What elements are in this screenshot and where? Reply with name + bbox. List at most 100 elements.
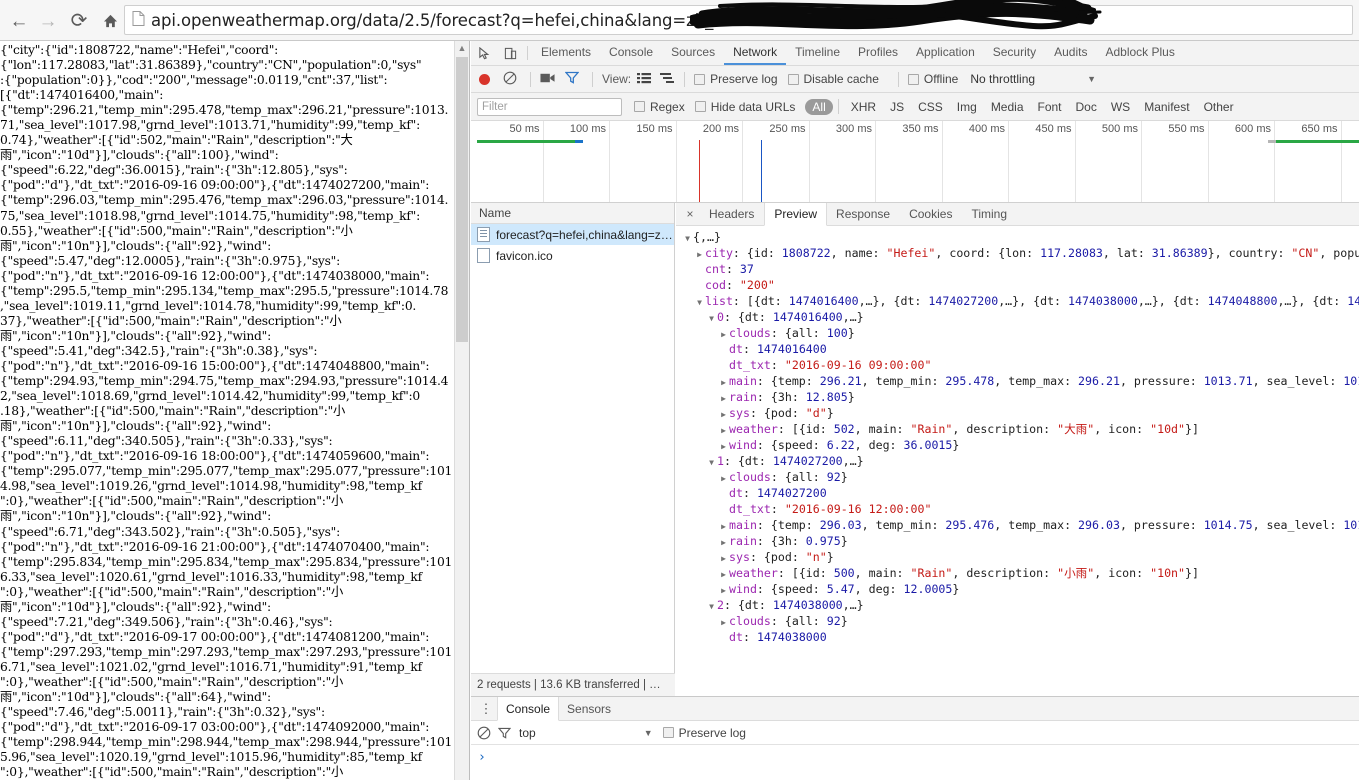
json-tree-row[interactable]: rain: {3h: 12.805} — [676, 389, 1359, 405]
console-context-selector[interactable]: top — [519, 726, 536, 740]
json-tree-row[interactable]: wind: {speed: 6.22, deg: 36.0015} — [676, 437, 1359, 453]
disable-cache-checkbox[interactable]: Disable cache — [787, 72, 879, 86]
tab-elements[interactable]: Elements — [532, 41, 600, 65]
type-filter-img[interactable]: Img — [950, 100, 984, 114]
type-filter-media[interactable]: Media — [984, 100, 1031, 114]
type-filter-ws[interactable]: WS — [1104, 100, 1137, 114]
tab-sources[interactable]: Sources — [662, 41, 724, 65]
tab-application[interactable]: Application — [907, 41, 984, 65]
tab-timeline[interactable]: Timeline — [786, 41, 849, 65]
tab-network[interactable]: Network — [724, 41, 787, 65]
regex-checkbox[interactable]: Regex — [634, 100, 685, 114]
offline-checkbox[interactable]: Offline — [907, 72, 958, 86]
inspect-element-icon[interactable] — [471, 41, 497, 65]
json-tree-row[interactable]: dt_txt: "2016-09-16 09:00:00" — [676, 357, 1359, 373]
throttling-value[interactable]: No throttling — [970, 72, 1035, 86]
disable-cache-box[interactable] — [787, 73, 799, 85]
forward-icon[interactable]: → — [35, 8, 61, 34]
json-tree-row[interactable]: clouds: {all: 92} — [676, 469, 1359, 485]
console-clear-icon[interactable] — [477, 726, 491, 740]
json-preview-tree[interactable]: {,…}city: {id: 1808722, name: "Hefei", c… — [676, 226, 1359, 696]
chevron-down-icon[interactable] — [682, 231, 693, 247]
detail-tab-timing[interactable]: Timing — [962, 203, 1017, 225]
json-tree-row[interactable]: clouds: {all: 92} — [676, 613, 1359, 629]
json-tree-row[interactable]: dt: 1474027200 — [676, 485, 1359, 501]
detail-tab-headers[interactable]: Headers — [700, 203, 764, 225]
type-filter-css[interactable]: CSS — [911, 100, 950, 114]
json-tree-row[interactable]: main: {temp: 296.21, temp_min: 295.478, … — [676, 373, 1359, 389]
drawer-tab-sensors[interactable]: Sensors — [559, 697, 619, 720]
scrollbar-thumb[interactable] — [456, 57, 468, 342]
drawer-tab-console[interactable]: Console — [497, 697, 560, 721]
detail-tab-cookies[interactable]: Cookies — [900, 203, 962, 225]
chevron-down-icon[interactable] — [706, 455, 717, 471]
detail-tab-response[interactable]: Response — [827, 203, 900, 225]
console-filter-icon[interactable] — [498, 727, 511, 739]
filter-input[interactable] — [477, 97, 622, 116]
filter-toggle-icon[interactable] — [564, 71, 580, 87]
drawer-menu-icon[interactable]: ⋮ — [475, 697, 497, 720]
json-tree-row[interactable]: wind: {speed: 5.47, deg: 12.0005} — [676, 581, 1359, 597]
type-filter-doc[interactable]: Doc — [1069, 100, 1104, 114]
back-icon[interactable]: ← — [6, 8, 32, 34]
offline-box[interactable] — [907, 73, 919, 85]
hide-data-urls-checkbox[interactable]: Hide data URLs — [694, 100, 795, 114]
json-tree-row[interactable]: dt: 1474016400 — [676, 341, 1359, 357]
json-tree-row[interactable]: 2: {dt: 1474038000,…} — [676, 597, 1359, 613]
toggle-device-toolbar-icon[interactable] — [497, 41, 523, 65]
console-input-prompt[interactable]: › — [471, 745, 1359, 779]
json-tree-row[interactable]: cod: "200" — [676, 277, 1359, 293]
json-tree-row[interactable]: clouds: {all: 100} — [676, 325, 1359, 341]
hide-data-urls-box[interactable] — [694, 101, 706, 112]
request-list-header[interactable]: Name — [471, 203, 674, 224]
chevron-down-icon[interactable] — [706, 311, 717, 327]
capture-screenshots-icon[interactable] — [540, 72, 555, 87]
type-filter-all[interactable]: All — [805, 98, 833, 115]
regex-box[interactable] — [634, 101, 645, 112]
page-scrollbar[interactable]: ▲ — [454, 41, 469, 780]
json-tree-row[interactable]: sys: {pod: "d"} — [676, 405, 1359, 421]
json-tree-row[interactable]: list: [{dt: 1474016400,…}, {dt: 14740272… — [676, 293, 1359, 309]
json-tree-row[interactable]: dt_txt: "2016-09-16 12:00:00" — [676, 501, 1359, 517]
tab-security[interactable]: Security — [984, 41, 1045, 65]
preserve-log-checkbox[interactable]: Preserve log — [694, 72, 778, 86]
record-button[interactable] — [479, 73, 490, 85]
json-tree-row[interactable]: weather: [{id: 500, main: "Rain", descri… — [676, 565, 1359, 581]
view-list-icon[interactable] — [637, 72, 652, 87]
network-overview-timeline[interactable]: 50 ms 100 ms 150 ms 200 ms 250 ms 300 ms 350 m… — [471, 121, 1359, 203]
chevron-down-icon[interactable] — [694, 295, 705, 311]
json-tree-row[interactable]: weather: [{id: 502, main: "Rain", descri… — [676, 421, 1359, 437]
tab-adblock-plus[interactable]: Adblock Plus — [1096, 41, 1183, 65]
json-tree-row[interactable]: 0: {dt: 1474016400,…} — [676, 309, 1359, 325]
json-tree-row[interactable]: cnt: 37 — [676, 261, 1359, 277]
json-tree-row[interactable]: sys: {pod: "n"} — [676, 549, 1359, 565]
tab-audits[interactable]: Audits — [1045, 41, 1096, 65]
json-tree-row[interactable]: {,…} — [676, 229, 1359, 245]
console-context-caret-icon[interactable]: ▼ — [644, 728, 653, 738]
json-tree-row[interactable]: main: {temp: 296.03, temp_min: 295.476, … — [676, 517, 1359, 533]
request-row-favicon[interactable]: favicon.ico — [471, 245, 674, 266]
tab-console[interactable]: Console — [600, 41, 662, 65]
type-filter-other[interactable]: Other — [1197, 100, 1241, 114]
request-row-forecast[interactable]: forecast?q=hefei,china&lang=z… — [471, 224, 674, 245]
chevron-down-icon[interactable] — [706, 599, 717, 615]
detail-tab-preview[interactable]: Preview — [764, 203, 828, 226]
type-filter-js[interactable]: JS — [883, 100, 911, 114]
type-filter-manifest[interactable]: Manifest — [1137, 100, 1196, 114]
throttling-caret-icon[interactable]: ▼ — [1087, 74, 1096, 84]
tab-profiles[interactable]: Profiles — [849, 41, 907, 65]
console-preserve-log-box[interactable] — [662, 727, 674, 738]
preserve-log-box[interactable] — [694, 73, 706, 85]
json-tree-row[interactable]: 1: {dt: 1474027200,…} — [676, 453, 1359, 469]
json-tree-row[interactable]: rain: {3h: 0.975} — [676, 533, 1359, 549]
reload-icon[interactable]: ⟳ — [66, 8, 92, 34]
close-icon[interactable]: × — [680, 203, 700, 225]
scroll-up-icon[interactable]: ▲ — [455, 41, 469, 56]
view-waterfall-icon[interactable] — [660, 72, 675, 87]
type-filter-xhr[interactable]: XHR — [844, 100, 883, 114]
clear-button[interactable] — [503, 71, 517, 88]
address-bar[interactable]: api.openweathermap.org/data/2.5/forecast… — [124, 5, 1353, 35]
console-preserve-log-checkbox[interactable]: Preserve log — [662, 726, 746, 740]
json-tree-row[interactable]: dt: 1474038000 — [676, 629, 1359, 645]
type-filter-font[interactable]: Font — [1031, 100, 1069, 114]
